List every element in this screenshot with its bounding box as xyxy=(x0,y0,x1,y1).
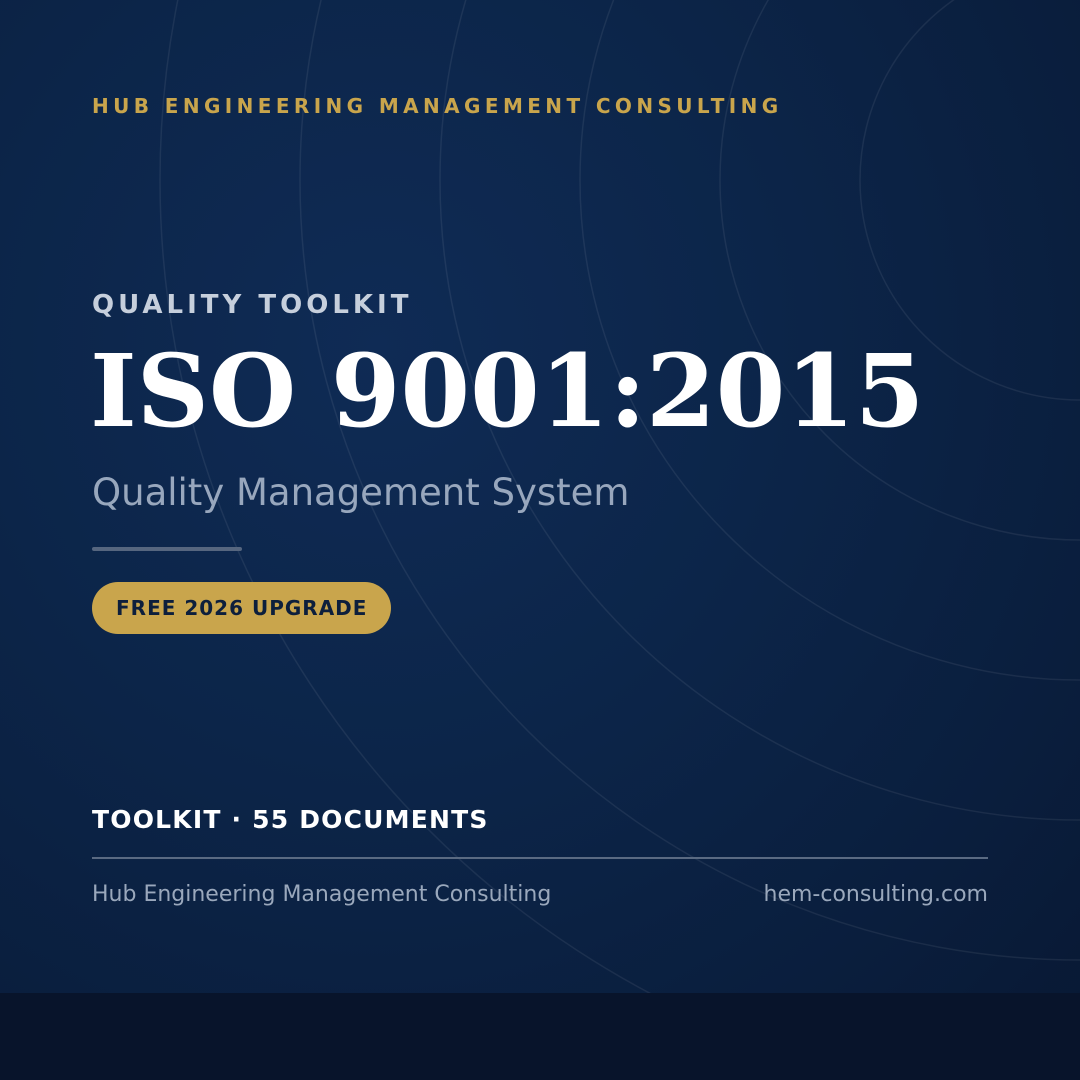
upgrade-badge: FREE 2026 UPGRADE xyxy=(92,582,392,634)
footer-divider xyxy=(92,857,988,859)
short-divider xyxy=(92,547,242,551)
decorative-rings xyxy=(159,0,1080,1080)
promo-card: HUB ENGINEERING MANAGEMENT CONSULTING QU… xyxy=(0,0,1080,1080)
ring-6 xyxy=(159,0,895,1080)
brand-name: HUB ENGINEERING MANAGEMENT CONSULTING xyxy=(92,94,783,118)
eyebrow-label: QUALITY TOOLKIT xyxy=(92,290,413,320)
footer-website: hem-consulting.com xyxy=(763,882,989,907)
page-subtitle: Quality Management System xyxy=(92,471,630,514)
page-title: ISO 9001:2015 xyxy=(90,332,925,450)
toolkit-document-count: TOOLKIT · 55 DOCUMENTS xyxy=(92,805,489,834)
bottom-band xyxy=(0,993,1080,1080)
ring-2 xyxy=(719,0,1080,541)
footer-company: Hub Engineering Management Consulting xyxy=(92,882,552,907)
